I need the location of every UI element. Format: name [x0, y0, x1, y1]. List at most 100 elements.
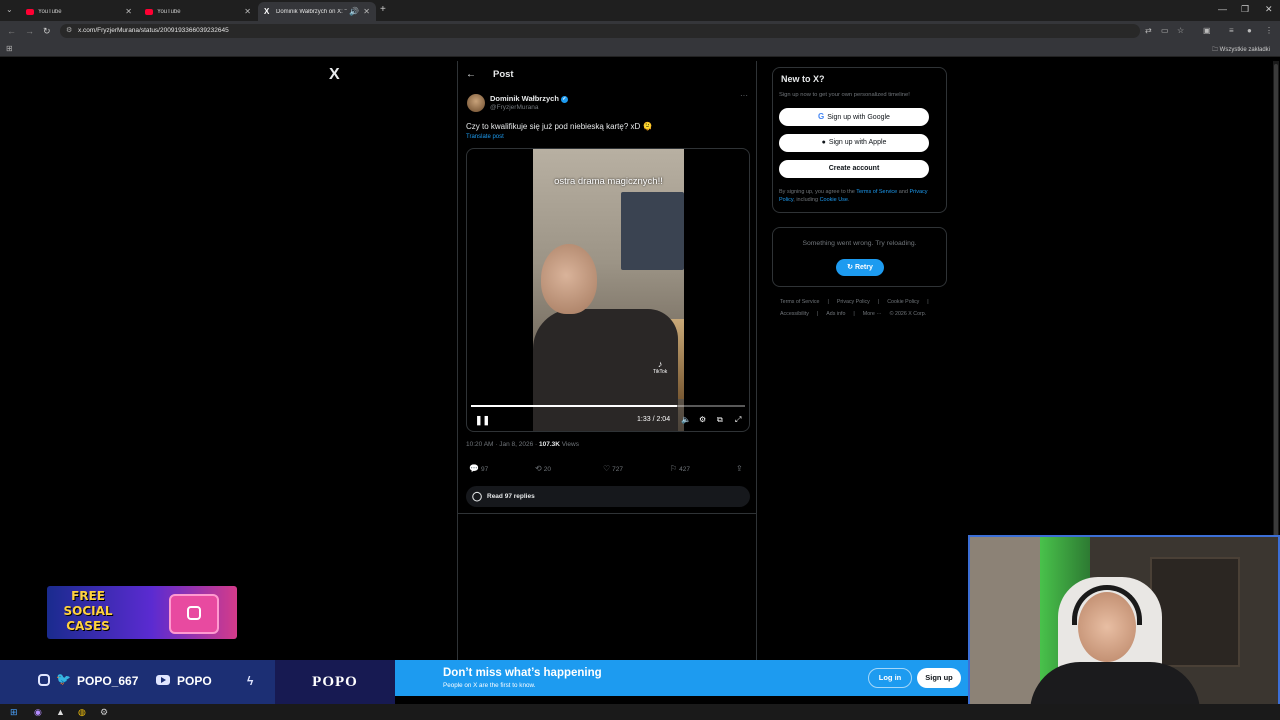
post-column: ← Post Dominik Wałbrzych ✓ @FryzjerMurana… [457, 61, 757, 661]
apple-icon: ● [821, 139, 826, 146]
chrome-icon[interactable]: ◍ [78, 707, 86, 718]
cast-icon[interactable]: ▭ [1161, 26, 1169, 35]
bookmark-button[interactable]: ⚐ 427 [670, 464, 690, 473]
author-name[interactable]: Dominik Wałbrzych ✓ [490, 94, 568, 103]
maximize-icon[interactable]: ❐ [1241, 4, 1249, 15]
star-icon[interactable]: ☆ [1177, 26, 1184, 35]
signup-apple-label: Sign up with Apple [828, 139, 887, 146]
video-player[interactable]: ostra drama magicznych!! ♪ TikTok ❚❚ 1:3… [466, 148, 750, 432]
post-timestamp[interactable]: 10:20 AM · Jan 8, 2026 · [466, 441, 539, 448]
pause-icon[interactable]: ❚❚ [475, 415, 490, 426]
youtube-handle: POPO [177, 674, 212, 688]
heart-icon: ♡ [603, 464, 611, 473]
login-button[interactable]: Log in [868, 668, 912, 688]
banner-title: Don’t miss what’s happening [443, 667, 602, 679]
translate-icon[interactable]: ⇄ [1145, 26, 1152, 35]
window-close-icon[interactable]: ✕ [1265, 4, 1273, 15]
signup-google-button[interactable]: G Sign up with Google [779, 108, 929, 126]
webcam-shelf [1150, 557, 1240, 667]
close-icon[interactable]: ✕ [125, 7, 132, 16]
site-info-icon[interactable]: ⚙ [66, 24, 72, 38]
extensions-icon[interactable]: ▣ [1203, 26, 1211, 35]
footer-ads-info-link[interactable]: Ads info [826, 311, 845, 317]
speaker-icon[interactable]: 🔊 [349, 7, 359, 16]
avatar[interactable] [467, 94, 485, 112]
all-bookmarks[interactable]: 🗀 Wszystkie zakładki [1212, 45, 1270, 55]
author-name-text: Dominik Wałbrzych [490, 94, 559, 103]
legal-prefix: By signing up, you agree to the [779, 189, 857, 195]
webcam-person-body [1030, 662, 1200, 708]
video-caption: ostra drama magicznych!! [554, 176, 663, 187]
close-icon[interactable]: ✕ [363, 7, 370, 16]
fullscreen-icon[interactable]: ⤢ [735, 415, 741, 425]
settings-icon[interactable]: ⚙ [699, 415, 706, 424]
media-icon[interactable]: ≡ [1229, 26, 1234, 35]
video-frame[interactable]: ostra drama magicznych!! ♪ TikTok [533, 149, 684, 431]
back-arrow-icon[interactable]: ← [466, 69, 476, 80]
footer-separator: | [816, 311, 819, 317]
youtube-icon [145, 8, 153, 15]
app-icon[interactable]: ▲ [56, 707, 65, 717]
repost-icon: ⟲ [535, 464, 542, 473]
address-bar[interactable]: ⚙ x.com/FryzjerMurana/status/20091933660… [60, 24, 1140, 38]
footer-privacy-link[interactable]: Privacy Policy [837, 299, 870, 305]
signup-google-label: Sign up with Google [827, 114, 890, 121]
retry-icon: ↻ [847, 264, 855, 271]
forward-icon[interactable]: → [25, 26, 34, 36]
streamer-brand: POPO [275, 660, 395, 704]
repost-button[interactable]: ⟲ 20 [535, 464, 551, 473]
terms-link[interactable]: Terms of Service [856, 189, 897, 195]
signup-button[interactable]: Sign up [917, 668, 961, 688]
instagram-icon [187, 606, 201, 620]
menu-icon[interactable]: ⋮ [1265, 26, 1273, 35]
minimize-icon[interactable]: — [1218, 4, 1227, 14]
browser-tab-bar: ⌄ YouTube ✕ YouTube ✕ X Dominik Wałbrzyc… [0, 0, 1280, 21]
profile-icon[interactable]: ● [1247, 26, 1252, 35]
close-icon[interactable]: ✕ [244, 7, 251, 16]
start-icon[interactable]: ⊞ [10, 707, 18, 718]
bookmark-icon: ⚐ [670, 464, 678, 473]
x-logo-icon[interactable]: X [329, 66, 340, 84]
tab-x-post[interactable]: X Dominik Wałbrzych on X: " 🔊 ✕ [258, 2, 376, 21]
footer-accessibility-link[interactable]: Accessibility [780, 311, 809, 317]
footer-separator: | [853, 311, 855, 317]
post-actions: 💬 97 ⟲ 20 ♡ 727 ⚐ 427 ⇪ [466, 464, 750, 478]
cookie-use-link[interactable]: Cookie Use [820, 197, 848, 203]
tab-youtube-2[interactable]: YouTube ✕ [139, 2, 257, 21]
share-button[interactable]: ⇪ [736, 464, 745, 473]
translate-post-link[interactable]: Translate post [466, 134, 504, 140]
create-account-button[interactable]: Create account [779, 160, 929, 178]
retry-button[interactable]: ↻ Retry [836, 259, 884, 276]
read-replies-button[interactable]: ◯ Read 97 replies [466, 486, 750, 507]
promo-overlay: FREE SOCIAL CASES [47, 586, 237, 639]
back-icon[interactable]: ← [7, 26, 16, 36]
reply-count: 97 [480, 466, 489, 473]
footer-separator: | [827, 299, 829, 305]
footer-more-link[interactable]: More ··· [863, 311, 882, 317]
error-message: Something went wrong. Try reloading. [802, 240, 917, 247]
volume-icon[interactable]: 🔈 [681, 415, 691, 424]
google-icon: G [818, 112, 825, 121]
footer-terms-link[interactable]: Terms of Service [780, 299, 819, 305]
reply-button[interactable]: 💬 97 [469, 464, 488, 473]
video-progress-bar[interactable] [471, 405, 745, 407]
picture-in-picture-icon[interactable]: ⧉ [717, 415, 723, 425]
new-tab-icon[interactable]: + [380, 4, 386, 15]
app-icon[interactable]: ⚙ [100, 707, 108, 718]
app-icon[interactable]: ◉ [34, 707, 42, 718]
apps-icon[interactable]: ⊞ [6, 44, 13, 53]
author-handle[interactable]: @FryzjerMurana [490, 104, 539, 111]
tiktok-label: TikTok [653, 369, 668, 375]
like-count: 727 [612, 466, 624, 473]
footer-cookie-link[interactable]: Cookie Policy [887, 299, 919, 305]
signup-apple-button[interactable]: ● Sign up with Apple [779, 134, 929, 152]
footer-links: Terms of Service | Privacy Policy | Cookie P… [780, 296, 940, 320]
more-options-icon[interactable]: ··· [740, 91, 748, 100]
tab-list-icon[interactable]: ⌄ [6, 5, 13, 14]
social-handle: POPO_667 [77, 674, 139, 688]
tab-youtube-1[interactable]: YouTube ✕ [20, 2, 138, 21]
reload-icon[interactable]: ↻ [43, 26, 51, 37]
like-button[interactable]: ♡ 727 [603, 464, 623, 473]
scrollbar-thumb[interactable] [1274, 64, 1278, 584]
legal-including: , including [793, 197, 820, 203]
